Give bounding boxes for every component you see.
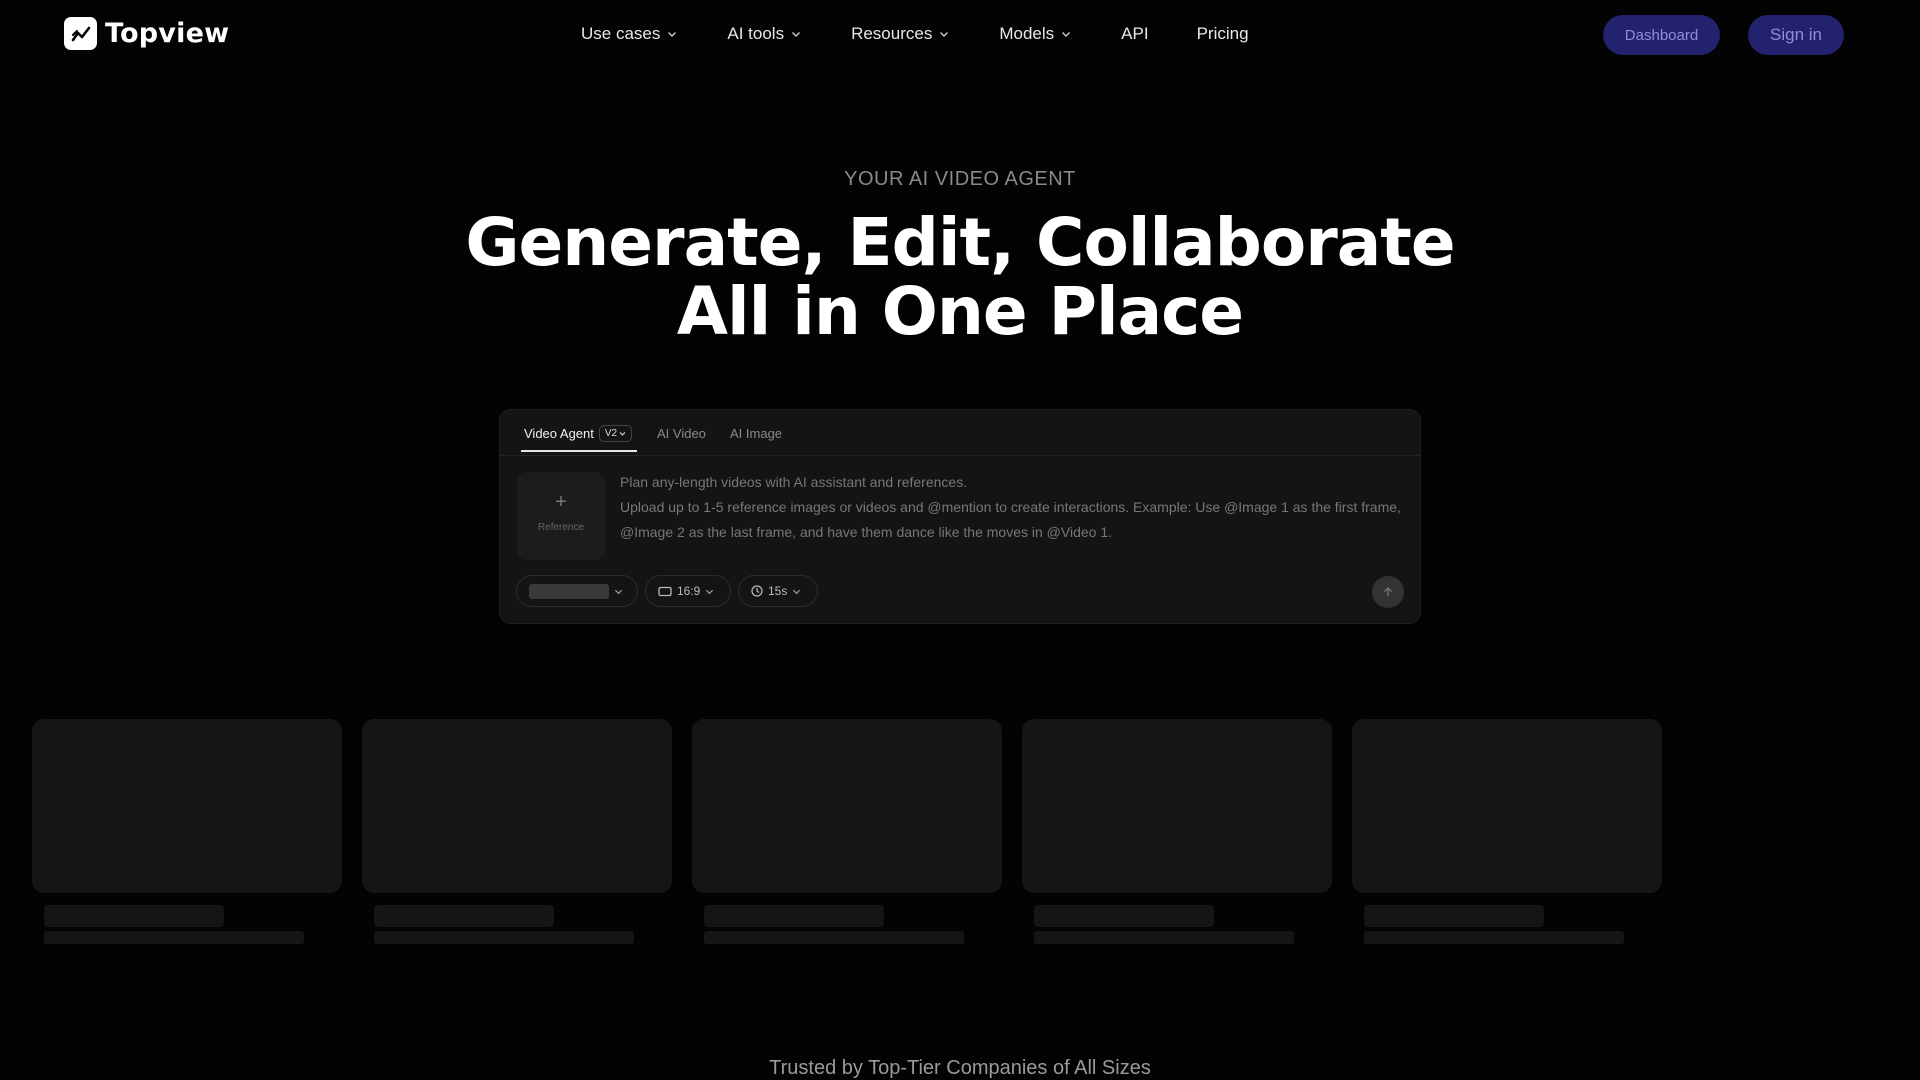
aspect-ratio-icon: [658, 586, 672, 596]
brand-logo[interactable]: Topview: [64, 17, 229, 50]
nav-resources-label: Resources: [851, 24, 933, 43]
model-name-loading: [529, 583, 609, 599]
card-thumbnail-skeleton: [1352, 719, 1662, 893]
hero-title-line-1: Generate, Edit, Collaborate: [465, 204, 1455, 281]
reference-upload-button[interactable]: + Reference: [517, 472, 605, 560]
tab-ai-video[interactable]: AI Video: [657, 426, 706, 441]
card-thumbnail-skeleton: [692, 719, 1002, 893]
hero-eyebrow: YOUR AI VIDEO AGENT: [844, 168, 1076, 190]
topview-logo-icon: [64, 17, 97, 50]
trusted-by-heading: Trusted by Top-Tier Companies of All Siz…: [769, 1057, 1151, 1079]
sign-in-button[interactable]: Sign in: [1748, 15, 1844, 55]
chevron-down-icon: [706, 589, 714, 594]
nav-ai-tools-label: AI tools: [727, 24, 785, 43]
chevron-down-icon: [792, 32, 801, 37]
card-title-skeleton: [1364, 905, 1544, 927]
card-subtitle-skeleton: [704, 931, 964, 944]
plus-icon: +: [555, 491, 567, 513]
card-subtitle-skeleton: [1364, 931, 1624, 944]
top-nav: Topview Use cases AI tools Resources Mod…: [0, 0, 1920, 70]
card-thumbnail-skeleton: [32, 719, 342, 893]
nav-api-label: API: [1121, 24, 1149, 43]
model-selector[interactable]: [516, 575, 638, 607]
composer-tabs: Video Agent V2 AI Video AI Image: [500, 410, 1420, 456]
prompt-placeholder-line-2: Upload up to 1-5 reference images or vid…: [620, 499, 1401, 540]
duration-value: 15s: [768, 584, 788, 598]
nav-ai-tools[interactable]: AI tools: [727, 22, 801, 46]
active-tab-indicator: [521, 450, 637, 452]
prompt-composer: Video Agent V2 AI Video AI Image + Refer…: [499, 409, 1421, 624]
card-thumbnail-skeleton: [1022, 719, 1332, 893]
duration-selector[interactable]: 15s: [738, 575, 818, 607]
chevron-down-icon: [940, 32, 949, 37]
aspect-ratio-value: 16:9: [677, 584, 701, 598]
nav-use-cases-label: Use cases: [581, 24, 661, 43]
hero-title: Generate, Edit, Collaborate All in One P…: [0, 208, 1920, 346]
dashboard-button[interactable]: Dashboard: [1603, 15, 1720, 55]
arrow-up-icon: [1384, 587, 1392, 596]
card-title-skeleton: [704, 905, 884, 927]
chevron-down-icon: [619, 432, 626, 436]
prompt-placeholder-line-1: Plan any-length videos with AI assistant…: [620, 474, 968, 490]
send-button[interactable]: [1372, 576, 1404, 608]
card-title-skeleton: [44, 905, 224, 927]
brand-name: Topview: [105, 18, 230, 49]
card-title-skeleton: [374, 905, 554, 927]
aspect-ratio-selector[interactable]: 16:9: [645, 575, 731, 607]
chevron-down-icon: [1062, 32, 1071, 37]
version-selector[interactable]: V2: [599, 425, 632, 442]
card-subtitle-skeleton: [1034, 931, 1294, 944]
version-badge-label: V2: [604, 428, 618, 439]
tab-video-agent[interactable]: Video Agent: [524, 426, 594, 441]
nav-pricing[interactable]: Pricing: [1197, 22, 1249, 46]
page: Topview Use cases AI tools Resources Mod…: [0, 0, 1920, 1080]
nav-resources[interactable]: Resources: [851, 22, 949, 46]
hero-title-line-2: All in One Place: [676, 273, 1244, 350]
nav-models-label: Models: [999, 24, 1055, 43]
prompt-input[interactable]: Plan any-length videos with AI assistant…: [620, 470, 1405, 545]
chevron-down-icon: [668, 32, 677, 37]
card-thumbnail-skeleton: [362, 719, 672, 893]
chevron-down-icon: [614, 589, 623, 594]
main-menu: Use cases AI tools Resources Models API …: [581, 22, 1249, 46]
nav-models[interactable]: Models: [999, 22, 1071, 46]
tab-ai-image[interactable]: AI Image: [730, 426, 782, 441]
chevron-down-icon: [793, 589, 801, 594]
nav-api[interactable]: API: [1121, 22, 1148, 46]
card-subtitle-skeleton: [374, 931, 634, 944]
card-title-skeleton: [1034, 905, 1214, 927]
clock-icon: [751, 585, 763, 597]
reference-label: Reference: [537, 522, 585, 533]
nav-use-cases[interactable]: Use cases: [581, 22, 677, 46]
nav-pricing-label: Pricing: [1196, 24, 1249, 43]
card-subtitle-skeleton: [44, 931, 304, 944]
